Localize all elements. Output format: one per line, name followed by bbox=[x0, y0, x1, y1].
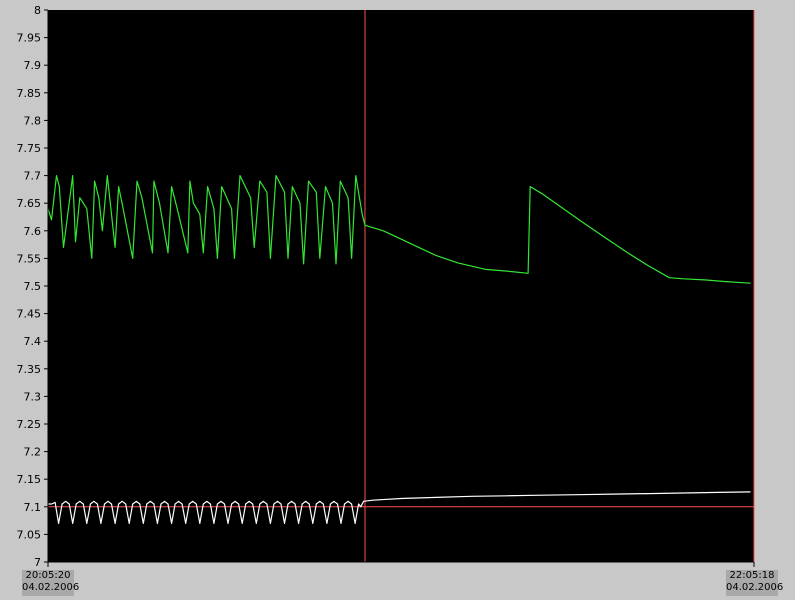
y-tick-label-7: 7.65 bbox=[17, 197, 42, 210]
y-tick-label-1: 7.95 bbox=[17, 32, 42, 45]
y-tick-label-0: 8 bbox=[34, 4, 41, 17]
chart: 8 7.95 7.9 7.85 7.8 7.75 7.7 7.65 7.6 7.55 7.5 7.45… bbox=[17, 4, 755, 569]
y-tick-label-6: 7.7 bbox=[24, 170, 42, 183]
x-end-time: 22:05:18 bbox=[729, 570, 775, 581]
x-tick-label-end: 22:05:18 04.02.2006 bbox=[726, 570, 784, 596]
y-tick-label-13: 7.35 bbox=[17, 363, 42, 376]
y-tick-label-8: 7.6 bbox=[24, 225, 42, 238]
y-tick-label-16: 7.2 bbox=[24, 446, 42, 459]
y-tick-label-2: 7.9 bbox=[24, 59, 42, 72]
y-tick-label-4: 7.8 bbox=[24, 114, 42, 127]
y-tick-label-10: 7.5 bbox=[24, 280, 42, 293]
plot-area bbox=[48, 10, 754, 562]
x-start-date: 04.02.2006 bbox=[22, 582, 80, 593]
y-tick-label-5: 7.75 bbox=[17, 142, 42, 155]
y-tick-label-14: 7.3 bbox=[24, 390, 42, 403]
x-end-date: 04.02.2006 bbox=[726, 582, 784, 593]
y-tick-label-11: 7.45 bbox=[17, 308, 42, 321]
y-tick-label-19: 7.05 bbox=[17, 528, 42, 541]
y-tick-label-18: 7.1 bbox=[24, 501, 42, 514]
x-tick-label-start: 20:05:20 04.02.2006 bbox=[22, 570, 80, 596]
y-tick-label-9: 7.55 bbox=[17, 252, 42, 265]
y-tick-label-20: 7 bbox=[34, 556, 41, 569]
y-tick-label-15: 7.25 bbox=[17, 418, 42, 431]
y-axis: 8 7.95 7.9 7.85 7.8 7.75 7.7 7.65 7.6 7.55 7.5 7.45… bbox=[17, 4, 49, 569]
y-tick-label-17: 7.15 bbox=[17, 473, 42, 486]
y-tick-label-12: 7.4 bbox=[24, 335, 42, 348]
x-start-time: 20:05:20 bbox=[25, 570, 71, 581]
y-tick-label-3: 7.85 bbox=[17, 87, 42, 100]
